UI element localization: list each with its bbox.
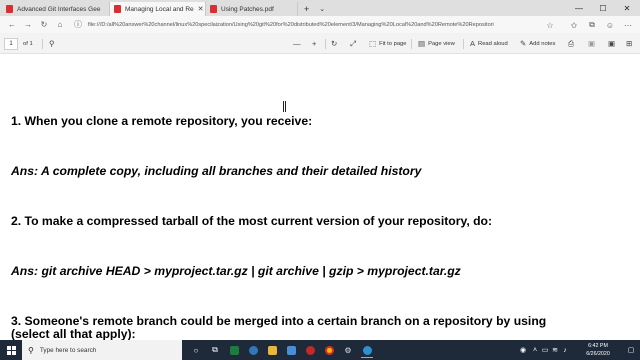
save-icon[interactable]: ▣ bbox=[588, 37, 598, 50]
divider bbox=[325, 39, 326, 49]
tab-managing-local[interactable]: Managing Local and Re ✕ bbox=[110, 2, 206, 16]
home-icon[interactable]: ⌂ bbox=[52, 18, 68, 32]
notifications-icon[interactable]: ▢ bbox=[624, 340, 638, 360]
recorder-icon[interactable] bbox=[302, 342, 318, 358]
forward-icon[interactable]: → bbox=[20, 18, 36, 32]
read-aloud-label: Read aloud bbox=[478, 40, 508, 47]
minimize-button[interactable]: — bbox=[568, 0, 590, 16]
read-aloud-icon: A bbox=[470, 39, 476, 48]
add-notes-button[interactable]: ✎ Add notes bbox=[520, 37, 555, 50]
read-aloud-button[interactable]: A Read aloud bbox=[470, 37, 508, 50]
question-3-line-2: (select all that apply): bbox=[11, 327, 136, 340]
divider bbox=[463, 39, 464, 49]
more-menu-icon[interactable]: ⋯ bbox=[620, 18, 636, 32]
edge-icon[interactable] bbox=[359, 342, 375, 358]
close-window-button[interactable]: ✕ bbox=[616, 0, 638, 16]
zoom-out-icon[interactable]: — bbox=[293, 37, 304, 50]
question-1: 1. When you clone a remote repository, y… bbox=[11, 114, 313, 128]
taskbar-clock[interactable]: 6:42 PM 6/26/2020 bbox=[575, 342, 621, 358]
pdf-toolbar: 1 of 1 ⚲ — + ↻ ⤢ ⬚ Fit to page ▤ Page vi… bbox=[0, 33, 640, 54]
favorites-icon[interactable]: ✩ bbox=[566, 18, 582, 32]
url-field[interactable]: file:///D:/all%20answer%20channel/linux%… bbox=[88, 17, 558, 32]
store-icon[interactable] bbox=[283, 342, 299, 358]
tab-advanced-git[interactable]: Advanced Git Interfaces Gee bbox=[2, 2, 110, 16]
page-total: of 1 bbox=[23, 40, 33, 47]
edge-legacy-icon[interactable] bbox=[245, 342, 261, 358]
pdf-document: 1. When you clone a remote repository, y… bbox=[0, 54, 640, 340]
divider bbox=[42, 39, 43, 49]
display-icon[interactable]: ▭ bbox=[540, 340, 550, 360]
pin-icon[interactable]: ⊞ bbox=[626, 37, 635, 50]
page-view-label: Page view bbox=[428, 40, 455, 47]
tab-label: Managing Local and Re bbox=[125, 5, 194, 13]
add-notes-label: Add notes bbox=[529, 40, 556, 47]
favorite-star-icon[interactable]: ☆ bbox=[542, 18, 558, 32]
task-view-icon[interactable]: ⧉ bbox=[207, 342, 223, 358]
tray-chevron-up-icon[interactable]: ˄ bbox=[530, 340, 540, 360]
refresh-icon[interactable]: ↻ bbox=[36, 18, 52, 32]
start-button[interactable] bbox=[0, 340, 22, 360]
fit-to-page-label: Fit to page bbox=[379, 40, 407, 47]
new-tab-button[interactable]: + bbox=[298, 2, 315, 16]
question-3-line-1: 3. Someone's remote branch could be merg… bbox=[11, 314, 547, 328]
zoom-in-icon[interactable]: + bbox=[312, 37, 319, 50]
tab-label: Using Patches.pdf bbox=[221, 5, 274, 13]
fit-page-icon: ⬚ bbox=[369, 39, 377, 48]
page-view-icon: ▤ bbox=[418, 39, 426, 48]
text-cursor-icon bbox=[283, 101, 286, 112]
tab-using-patches[interactable]: Using Patches.pdf bbox=[206, 2, 298, 16]
windows-logo-icon bbox=[6, 345, 16, 355]
collections-icon[interactable]: ⧉ bbox=[584, 18, 600, 32]
network-status-icon[interactable]: ◉ bbox=[516, 340, 530, 360]
chrome-icon[interactable] bbox=[321, 342, 337, 358]
taskbar-search-box[interactable]: ⚲ Type here to search bbox=[22, 340, 182, 360]
maximize-button[interactable]: ☐ bbox=[592, 0, 614, 16]
answer-1: Ans: A complete copy, including all bran… bbox=[11, 164, 422, 178]
settings-gear-icon[interactable]: ⚙ bbox=[340, 342, 356, 358]
answer-2: Ans: git archive HEAD > myproject.tar.gz… bbox=[11, 264, 461, 278]
search-placeholder: Type here to search bbox=[39, 346, 97, 354]
print-icon[interactable]: ⎙ bbox=[568, 37, 577, 50]
address-bar-row: ← → ↻ ⌂ ⓘ file:///D:/all%20answer%20chan… bbox=[0, 16, 640, 33]
clock-time: 6:42 PM bbox=[588, 343, 608, 349]
fit-to-page-button[interactable]: ⬚ Fit to page bbox=[369, 37, 407, 50]
rotate-icon[interactable]: ↻ bbox=[331, 37, 340, 50]
fullscreen-icon[interactable]: ⤢ bbox=[350, 37, 359, 50]
question-2: 2. To make a compressed tarball of the m… bbox=[11, 214, 493, 228]
search-icon[interactable]: ⚲ bbox=[49, 37, 58, 50]
pdf-icon bbox=[114, 5, 121, 13]
divider bbox=[411, 39, 412, 49]
tab-actions-chevron-icon[interactable]: ⌄ bbox=[315, 2, 329, 16]
save-as-icon[interactable]: ▣ bbox=[608, 37, 618, 50]
pdf-icon bbox=[210, 5, 217, 13]
search-icon: ⚲ bbox=[28, 345, 34, 355]
tab-strip: Advanced Git Interfaces Gee Managing Loc… bbox=[0, 0, 640, 16]
file-info-icon[interactable]: ⓘ bbox=[70, 18, 86, 32]
excel-icon[interactable] bbox=[226, 342, 242, 358]
windows-taskbar: ⚲ Type here to search ○ ⧉ ⚙ ◉ ˄ ▭ ≋ ♪ 6:… bbox=[0, 340, 640, 360]
add-notes-icon: ✎ bbox=[520, 39, 527, 48]
clock-date: 6/26/2020 bbox=[586, 351, 610, 357]
wifi-icon[interactable]: ≋ bbox=[550, 340, 560, 360]
page-view-button[interactable]: ▤ Page view bbox=[418, 37, 455, 50]
back-icon[interactable]: ← bbox=[4, 18, 20, 32]
tab-label: Advanced Git Interfaces Gee bbox=[17, 5, 101, 13]
profile-icon[interactable]: ☺ bbox=[602, 18, 618, 32]
file-explorer-icon[interactable] bbox=[264, 342, 280, 358]
close-tab-icon[interactable]: ✕ bbox=[194, 5, 204, 13]
volume-icon[interactable]: ♪ bbox=[560, 340, 570, 360]
page-number-input[interactable]: 1 bbox=[4, 38, 18, 50]
pdf-icon bbox=[6, 5, 13, 13]
cortana-icon[interactable]: ○ bbox=[188, 342, 204, 358]
